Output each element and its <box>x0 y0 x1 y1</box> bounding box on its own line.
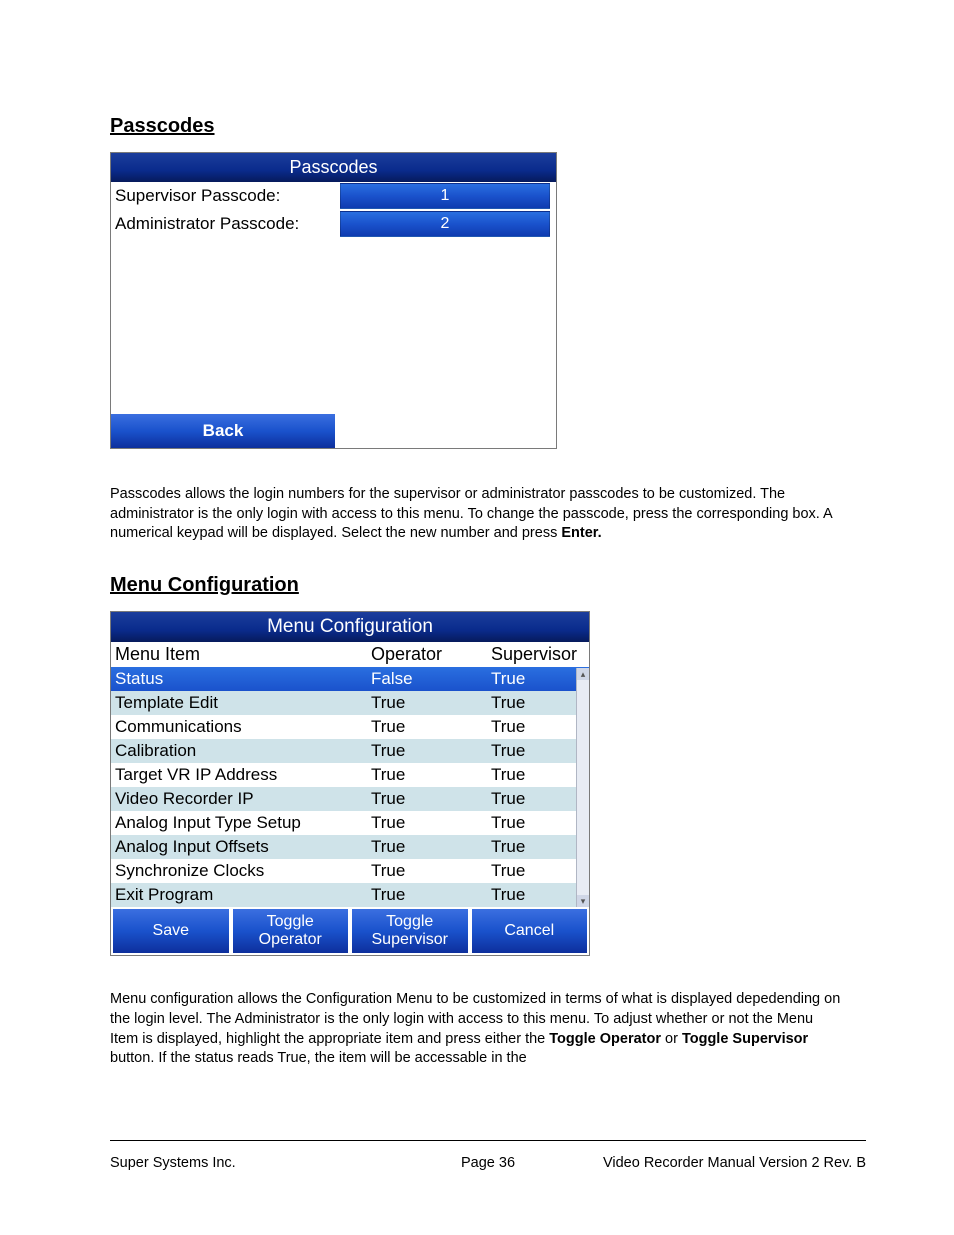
toggle-supervisor-button[interactable]: ToggleSupervisor <box>352 909 468 954</box>
cell-supervisor: True <box>487 667 589 691</box>
administrator-passcode-label: Administrator Passcode: <box>111 214 340 234</box>
menu-config-paragraph-mid: or <box>661 1031 682 1047</box>
supervisor-passcode-label: Supervisor Passcode: <box>111 186 340 206</box>
cell-operator: True <box>367 811 487 835</box>
menu-config-panel-title: Menu Configuration <box>111 612 589 642</box>
cell-menu-item: Analog Input Offsets <box>111 835 367 859</box>
footer-divider <box>110 1140 866 1141</box>
table-row[interactable]: CommunicationsTrueTrue <box>111 715 589 739</box>
cell-operator: True <box>367 715 487 739</box>
supervisor-passcode-row: Supervisor Passcode: 1 <box>111 182 556 210</box>
cell-menu-item: Calibration <box>111 739 367 763</box>
cell-supervisor: True <box>487 835 589 859</box>
menu-config-paragraph-post: button. If the status reads True, the it… <box>110 1050 527 1066</box>
cell-menu-item: Synchronize Clocks <box>111 859 367 883</box>
cell-menu-item: Video Recorder IP <box>111 787 367 811</box>
table-row[interactable]: Template EditTrueTrue <box>111 691 589 715</box>
back-button[interactable]: Back <box>111 414 335 448</box>
cell-operator: True <box>367 739 487 763</box>
passcodes-panel-title: Passcodes <box>111 153 556 182</box>
cell-operator: True <box>367 859 487 883</box>
col-supervisor: Supervisor <box>487 642 589 667</box>
cancel-button[interactable]: Cancel <box>472 909 588 954</box>
cell-supervisor: True <box>487 859 589 883</box>
cell-supervisor: True <box>487 739 589 763</box>
table-row[interactable]: Synchronize ClocksTrueTrue <box>111 859 589 883</box>
col-menu-item: Menu Item <box>111 642 367 667</box>
toggle-operator-button[interactable]: ToggleOperator <box>233 909 349 954</box>
cell-supervisor: True <box>487 787 589 811</box>
cell-menu-item: Analog Input Type Setup <box>111 811 367 835</box>
cell-supervisor: True <box>487 691 589 715</box>
cell-menu-item: Communications <box>111 715 367 739</box>
toggle-operator-bold: Toggle Operator <box>549 1031 661 1047</box>
passcodes-heading: Passcodes <box>110 115 844 138</box>
table-row[interactable]: Analog Input OffsetsTrueTrue <box>111 835 589 859</box>
menu-configuration-heading: Menu Configuration <box>110 574 844 597</box>
scrollbar[interactable]: ▴ ▾ <box>576 668 589 907</box>
menu-config-panel: Menu Configuration Menu Item Operator Su… <box>110 611 590 957</box>
page-footer: Super Systems Inc. Page 36 Video Recorde… <box>110 1155 866 1171</box>
cell-supervisor: True <box>487 715 589 739</box>
cell-operator: False <box>367 667 487 691</box>
save-button[interactable]: Save <box>113 909 229 954</box>
cell-supervisor: True <box>487 883 589 907</box>
enter-bold: Enter. <box>561 525 601 541</box>
table-row[interactable]: Video Recorder IPTrueTrue <box>111 787 589 811</box>
menu-config-table: Menu Item Operator Supervisor StatusFals… <box>111 642 589 907</box>
cell-operator: True <box>367 763 487 787</box>
cell-supervisor: True <box>487 811 589 835</box>
cell-operator: True <box>367 787 487 811</box>
passcodes-paragraph: Passcodes allows the login numbers for t… <box>110 485 844 544</box>
footer-left: Super Systems Inc. <box>110 1155 441 1171</box>
administrator-passcode-value[interactable]: 2 <box>340 211 550 237</box>
cell-menu-item: Template Edit <box>111 691 367 715</box>
cell-operator: True <box>367 835 487 859</box>
table-row[interactable]: Target VR IP AddressTrueTrue <box>111 763 589 787</box>
passcodes-panel: Passcodes Supervisor Passcode: 1 Adminis… <box>110 152 557 449</box>
menu-config-paragraph: Menu configuration allows the Configurat… <box>110 990 844 1068</box>
supervisor-passcode-value[interactable]: 1 <box>340 183 550 209</box>
cell-supervisor: True <box>487 763 589 787</box>
table-row[interactable]: StatusFalseTrue <box>111 667 589 691</box>
footer-right: Video Recorder Manual Version 2 Rev. B <box>535 1155 866 1171</box>
table-row[interactable]: Analog Input Type SetupTrueTrue <box>111 811 589 835</box>
scroll-down-icon[interactable]: ▾ <box>577 895 589 907</box>
cell-menu-item: Exit Program <box>111 883 367 907</box>
footer-center: Page 36 <box>441 1155 535 1171</box>
cell-operator: True <box>367 883 487 907</box>
toggle-supervisor-bold: Toggle Supervisor <box>682 1031 808 1047</box>
administrator-passcode-row: Administrator Passcode: 2 <box>111 210 556 238</box>
cell-operator: True <box>367 691 487 715</box>
table-row[interactable]: CalibrationTrueTrue <box>111 739 589 763</box>
cell-menu-item: Target VR IP Address <box>111 763 367 787</box>
scroll-up-icon[interactable]: ▴ <box>577 668 589 680</box>
col-operator: Operator <box>367 642 487 667</box>
table-row[interactable]: Exit ProgramTrueTrue <box>111 883 589 907</box>
cell-menu-item: Status <box>111 667 367 691</box>
passcodes-paragraph-text: Passcodes allows the login numbers for t… <box>110 486 832 541</box>
